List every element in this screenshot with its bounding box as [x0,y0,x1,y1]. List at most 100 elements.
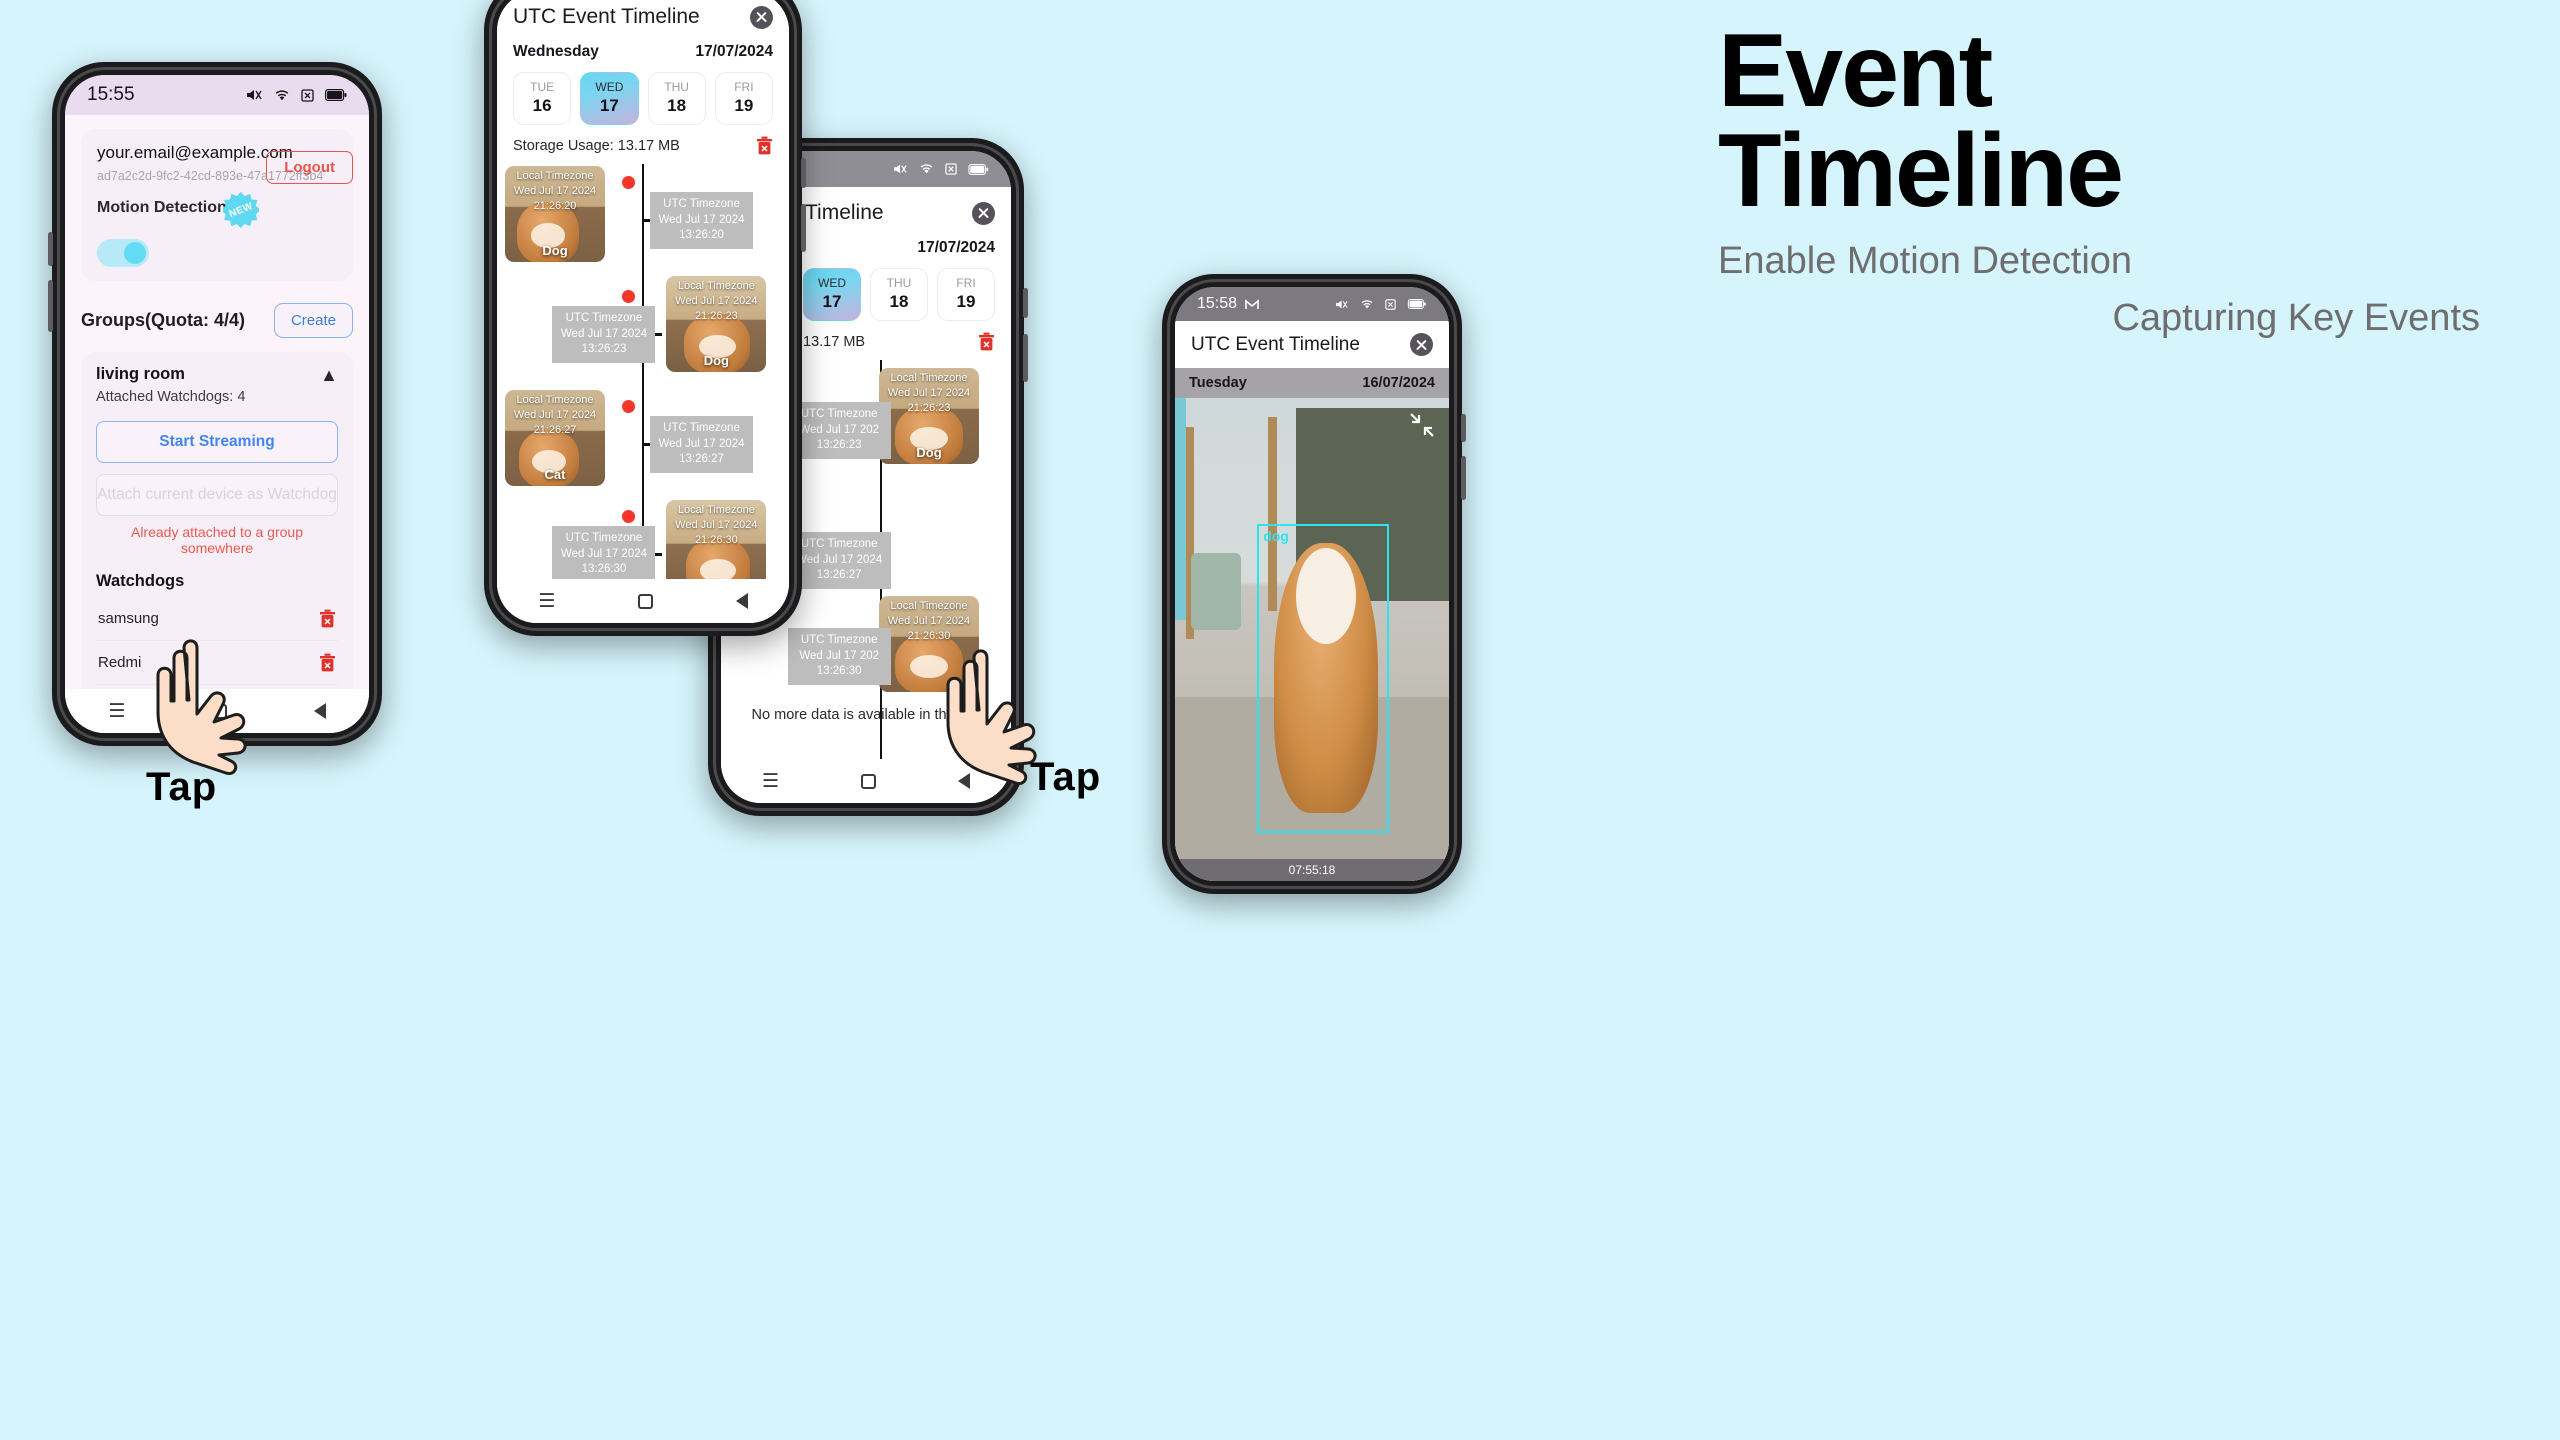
event-utc-label: UTC Timezone [800,634,878,646]
timeline-event-utc: UTC Timezone Wed Jul 17 202 13:26:23 [787,402,891,459]
day-chip-fri[interactable]: FRI 19 [937,268,995,321]
detection-viewer[interactable]: dog 07:55:18 [1175,398,1449,881]
timeline-event[interactable]: Local Timezone Wed Jul 17 2024 21:26:23 … [666,276,767,372]
day-chip-weekday: THU [886,276,912,290]
event-thumbnail[interactable]: Local Timezone Wed Jul 17 2024 21:26:23 … [666,276,767,372]
day-chips: TUE 16 WED 17 THU 18 FRI 19 [513,72,773,125]
start-streaming-button[interactable]: Start Streaming [96,421,338,463]
timeline-header: UTC Event Timeline Wednesday 17/07/2024 … [497,0,789,164]
mute-icon [246,88,263,102]
group-attached-count: Attached Watchdogs: 4 [96,389,246,405]
event-thumbnail[interactable]: Local Timezone Wed Jul 17 2024 21:26:20 … [505,166,605,262]
delete-all-icon[interactable] [756,136,773,155]
home-icon[interactable] [861,773,877,789]
volume-button[interactable] [801,158,806,188]
chevron-up-icon[interactable]: ▲ [320,365,338,386]
event-utc-time: 13:26:23 [816,439,862,452]
event-utc-label: UTC Timezone [565,312,643,324]
delete-icon[interactable] [319,609,336,628]
no-sim-icon [945,163,957,175]
day-chip-wed[interactable]: WED 17 [803,268,861,321]
status-bar: 15:55 [65,75,369,115]
phone4-day-name: Tuesday [1189,375,1247,391]
recents-icon[interactable]: ☰ [538,590,555,613]
power-button[interactable] [48,280,53,332]
attach-device-button: Attach current device as Watchdog [96,474,338,516]
event-thumbnail[interactable]: Local Timezone Wed Jul 17 2024 21:26:30 … [666,500,767,579]
event-local-time: 21:26:23 [694,309,738,322]
home-icon[interactable] [638,593,653,609]
event-dot-icon [622,290,636,303]
timeline-event[interactable]: Local Timezone Wed Jul 17 2024 21:26:27 … [505,390,605,486]
timeline-event-utc: UTC Timezone Wed Jul 17 202 13:26:30 [787,628,891,685]
new-badge-label: NEW [227,200,255,220]
no-sim-icon [301,88,314,102]
group-card-header[interactable]: living room Attached Watchdogs: 4 ▲ [96,365,338,405]
volume-button[interactable] [1023,288,1028,318]
delete-icon[interactable] [319,653,336,672]
event-thumbnail[interactable]: Local Timezone Wed Jul 17 2024 21:26:23 … [879,368,979,464]
wall-panel [1175,398,1186,621]
close-icon[interactable] [1410,333,1433,356]
timeline-event[interactable]: Local Timezone Wed Jul 17 2024 21:26:20 … [505,166,605,262]
phone3-day-date: 17/07/2024 [917,239,995,256]
storage-usage-text: Storage Usage: 13.17 MB [513,137,680,154]
close-icon[interactable] [972,201,995,225]
event-thumbnail[interactable]: Local Timezone Wed Jul 17 2024 21:26:27 … [505,390,605,486]
close-icon[interactable] [750,5,773,29]
day-chip-wed[interactable]: WED 17 [580,72,639,125]
power-button[interactable] [1023,334,1028,382]
event-utc-date: Wed Jul 17 202 [799,649,880,662]
event-caption: Dog [703,353,729,368]
event-caption: Dog [542,243,568,258]
day-chip-weekday: THU [664,80,689,94]
day-chip-fri[interactable]: FRI 19 [714,72,773,125]
logout-button[interactable]: Logout [266,151,353,184]
day-chip-thu[interactable]: THU 18 [870,268,928,321]
phone4-screen: 15:58 UTC Event Timeline Tuesday 16/07/2… [1175,287,1449,881]
event-local-label: Local Timezone [677,504,755,516]
event-caption: Cat [666,577,766,579]
collapse-icon[interactable] [1409,412,1435,438]
event-utc-box: UTC Timezone Wed Jul 17 202 13:26:23 [787,402,891,459]
volume-button[interactable] [1461,414,1466,442]
day-chip-thu[interactable]: THU 18 [647,72,706,125]
volume-button[interactable] [48,232,53,266]
create-group-button[interactable]: Create [273,303,353,338]
event-utc-date: Wed Jul 17 2024 [560,327,648,340]
delete-all-icon[interactable] [978,332,995,351]
event-utc-time: 13:26:30 [816,665,862,678]
event-utc-box: UTC Timezone Wed Jul 17 2024 13:26:20 [650,192,753,249]
wifi-icon [1360,299,1374,310]
event-local-time: 21:26:27 [533,423,577,436]
timeline-body[interactable]: Local Timezone Wed Jul 17 2024 21:26:20 … [497,164,789,579]
day-chip-daynum: 17 [822,292,842,311]
event-utc-box: UTC Timezone Wed Jul 17 2024 13:26:27 [787,532,891,589]
storage-row: Storage Usage: 13.17 MB [513,136,773,164]
back-icon[interactable] [313,703,326,719]
android-navigation-bar: ☰ [497,579,789,623]
event-utc-time: 13:26:20 [679,229,724,242]
motion-detection-toggle[interactable] [97,239,149,267]
event-local-label: Local Timezone [516,170,594,182]
hero-subtitle-2: Capturing Key Events [2112,296,2480,339]
motion-detection-label: Motion Detection [97,199,227,216]
phone2-screen: UTC Event Timeline Wednesday 17/07/2024 … [497,0,789,623]
phone4-day-date: 16/07/2024 [1362,375,1435,391]
back-icon[interactable] [735,593,748,609]
timeline-event[interactable]: Local Timezone Wed Jul 17 2024 21:26:30 … [666,500,767,579]
recents-icon[interactable]: ☰ [108,700,125,723]
event-utc-box: UTC Timezone Wed Jul 17 202 13:26:30 [787,628,891,685]
event-local-time: 21:26:30 [694,533,738,546]
day-chip-weekday: FRI [956,276,976,290]
event-utc-time: 13:26:23 [581,343,627,356]
event-utc-box: UTC Timezone Wed Jul 17 2024 13:26:23 [552,306,656,363]
day-chip-tue[interactable]: TUE 16 [513,72,572,125]
power-button[interactable] [801,204,806,252]
day-chip-daynum: 16 [532,96,552,115]
detection-timestamp: 07:55:18 [1175,859,1449,881]
status-bar: 15:58 [1175,287,1449,321]
recents-icon[interactable]: ☰ [762,770,779,793]
event-local-label: Local Timezone [890,372,968,384]
power-button[interactable] [1461,456,1466,500]
